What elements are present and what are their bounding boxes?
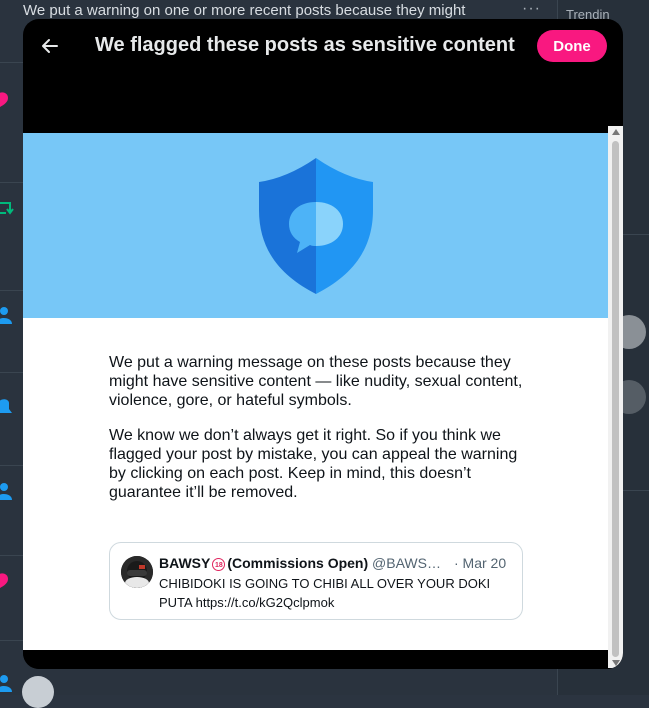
avatar: [22, 676, 54, 708]
divider: [0, 640, 24, 641]
author-handle: @BAWS…: [372, 555, 441, 571]
hero-banner: [23, 133, 608, 318]
divider: [0, 372, 24, 373]
shield-icon: [259, 158, 373, 294]
dialog-footer: [23, 650, 623, 669]
back-button[interactable]: [33, 29, 67, 63]
bell-icon: [0, 399, 12, 413]
age-restricted-icon: 18: [212, 558, 226, 571]
heart-icon: [0, 92, 8, 107]
sensitive-content-dialog: We flagged these posts as sensitive cont…: [23, 19, 623, 669]
scroll-up-arrow-icon[interactable]: [612, 129, 620, 135]
arrow-left-icon: [42, 39, 58, 53]
description-paragraph: We put a warning message on these posts …: [109, 354, 523, 409]
more-options-icon[interactable]: ···: [522, 0, 541, 18]
person-icon: [0, 307, 12, 324]
divider: [0, 555, 24, 556]
heart-icon: [0, 573, 8, 588]
avatar-image: [121, 556, 153, 588]
notification-rail: [0, 0, 24, 695]
divider: [0, 465, 24, 466]
divider: [0, 290, 24, 291]
dialog-title: We flagged these posts as sensitive cont…: [95, 34, 515, 56]
person-icon: [0, 675, 12, 692]
scroll-down-arrow-icon[interactable]: [612, 660, 620, 666]
post-date: · Mar 20: [454, 555, 507, 571]
post-text: CHIBIDOKI IS GOING TO CHIBI ALL OVER YOU…: [159, 576, 491, 610]
author-name-suffix: (Commissions Open): [227, 555, 369, 571]
flagged-post-card[interactable]: BAWSY 18 (Commissions Open) @BAWS… · Mar 2…: [109, 542, 523, 620]
author-name: BAWSY: [159, 555, 211, 571]
appeal-paragraph: We know we don’t always get it right. So…: [109, 427, 518, 501]
scrollbar-thumb[interactable]: [612, 141, 619, 657]
dialog-header: We flagged these posts as sensitive cont…: [23, 19, 623, 75]
avatar: [121, 556, 153, 588]
person-icon: [0, 483, 12, 500]
repost-icon: [0, 202, 14, 215]
divider: [0, 182, 24, 183]
done-button[interactable]: Done: [537, 30, 607, 62]
divider: [0, 62, 24, 63]
dialog-body: We put a warning message on these posts …: [23, 133, 608, 650]
